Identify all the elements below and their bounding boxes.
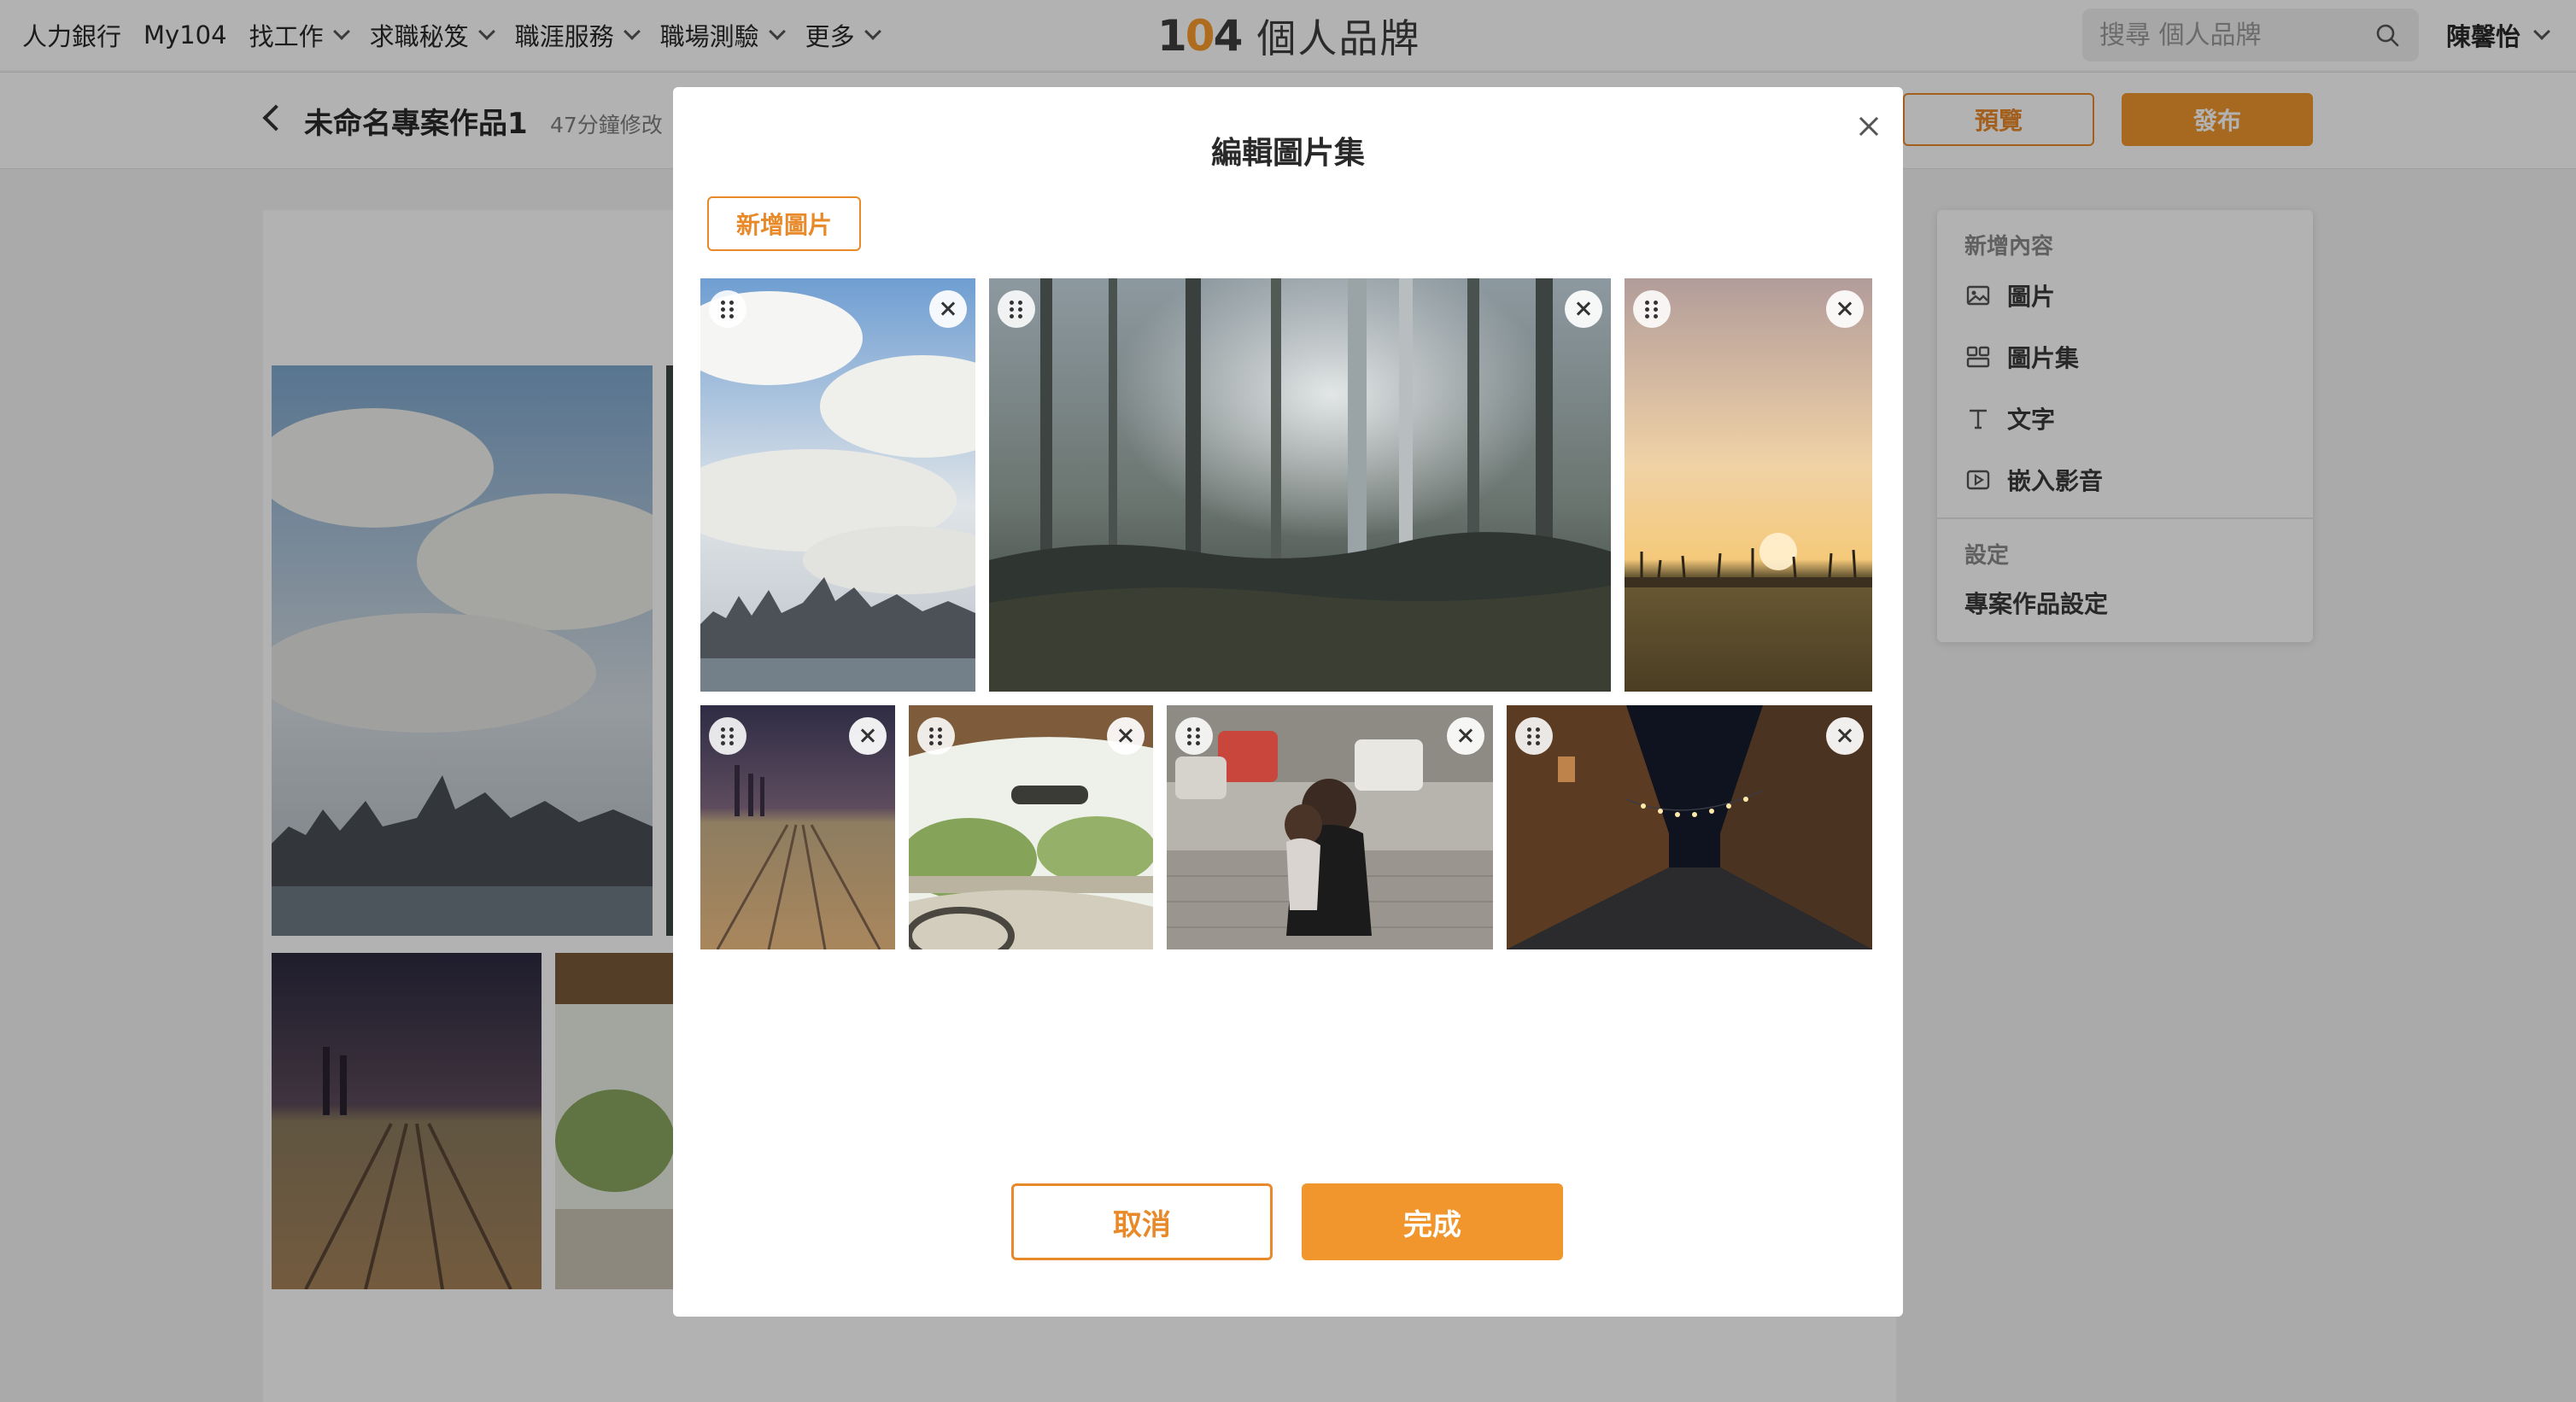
gallery-image-family[interactable] bbox=[1167, 705, 1493, 949]
modal-title: 編輯圖片集 bbox=[1210, 136, 1365, 171]
gallery-image-railway[interactable] bbox=[700, 705, 895, 949]
gallery-image-skyline[interactable] bbox=[700, 278, 975, 692]
remove-image-icon[interactable] bbox=[929, 290, 967, 328]
add-image-button[interactable]: 新增圖片 bbox=[707, 196, 861, 251]
remove-image-icon[interactable] bbox=[1107, 717, 1145, 755]
remove-image-icon[interactable] bbox=[849, 717, 887, 755]
photo-sunset bbox=[1625, 278, 1872, 692]
remove-image-icon[interactable] bbox=[1565, 290, 1602, 328]
remove-image-icon[interactable] bbox=[1826, 717, 1864, 755]
drag-handle-icon[interactable] bbox=[998, 290, 1035, 328]
close-icon[interactable] bbox=[1852, 109, 1886, 143]
photo-mother-child bbox=[1167, 705, 1493, 949]
edit-gallery-modal: 編輯圖片集 新增圖片 取消 完成 bbox=[673, 87, 1903, 1317]
drag-handle-icon[interactable] bbox=[709, 717, 746, 755]
gallery-image-night-street[interactable] bbox=[1507, 705, 1872, 949]
drag-handle-icon[interactable] bbox=[917, 717, 955, 755]
gallery-image-car[interactable] bbox=[909, 705, 1153, 949]
drag-handle-icon[interactable] bbox=[1633, 290, 1671, 328]
drag-handle-icon[interactable] bbox=[1515, 717, 1553, 755]
photo-forest bbox=[989, 278, 1611, 692]
photo-night-street bbox=[1507, 705, 1872, 949]
gallery-image-forest[interactable] bbox=[989, 278, 1611, 692]
cancel-button[interactable]: 取消 bbox=[1011, 1183, 1273, 1260]
done-button[interactable]: 完成 bbox=[1302, 1183, 1563, 1260]
remove-image-icon[interactable] bbox=[1826, 290, 1864, 328]
photo-skyline bbox=[700, 278, 975, 692]
drag-handle-icon[interactable] bbox=[1175, 717, 1213, 755]
gallery-image-sunset[interactable] bbox=[1625, 278, 1872, 692]
drag-handle-icon[interactable] bbox=[709, 290, 746, 328]
remove-image-icon[interactable] bbox=[1447, 717, 1484, 755]
